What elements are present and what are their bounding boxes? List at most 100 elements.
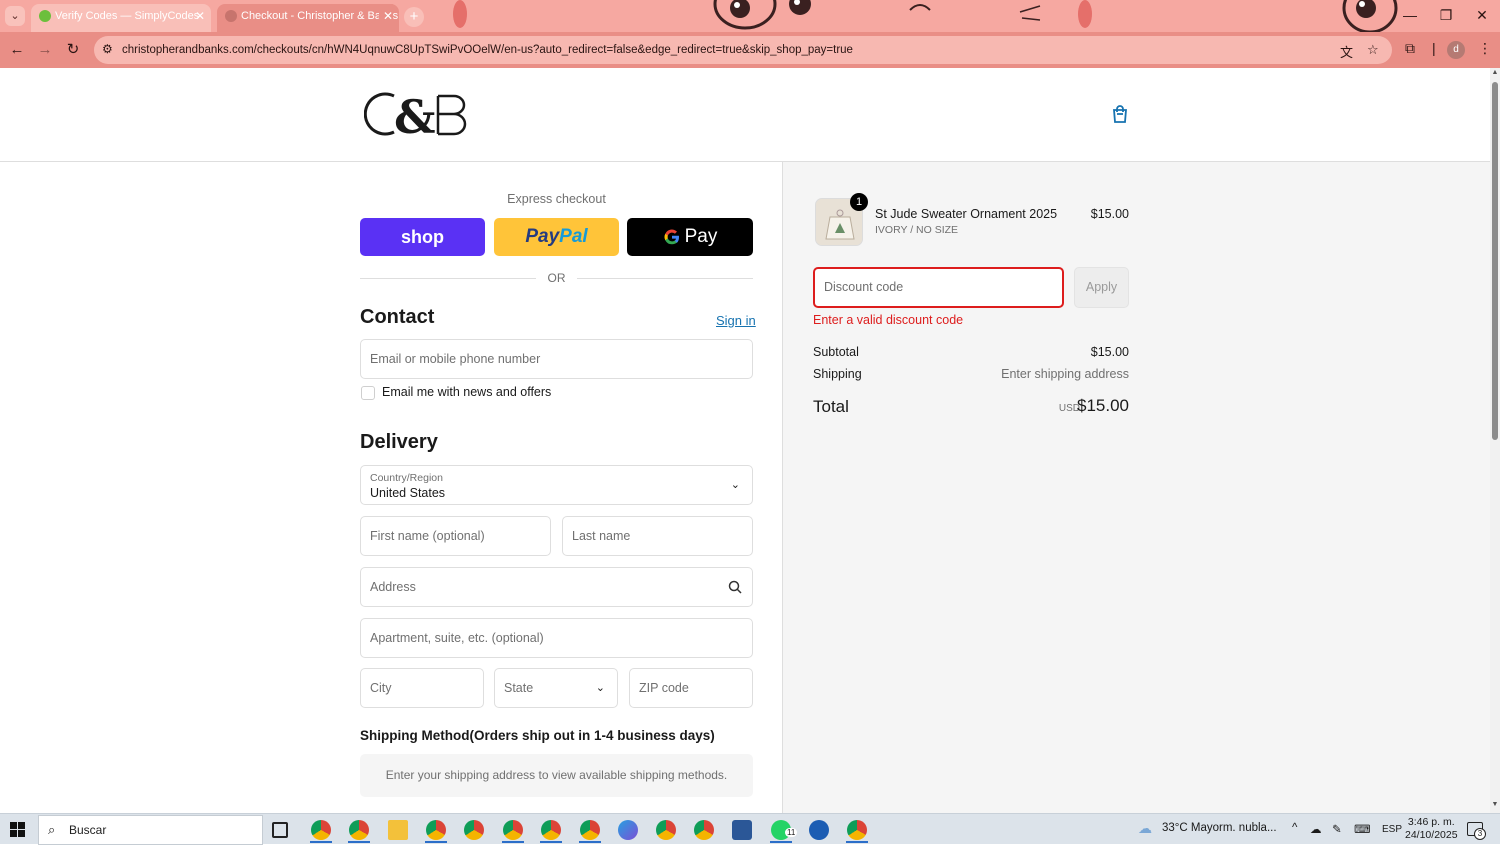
scroll-down-arrow-icon[interactable]: ▼ <box>1490 801 1500 808</box>
new-tab-button[interactable]: + <box>404 7 424 27</box>
newsletter-checkbox[interactable] <box>361 386 375 400</box>
copilot-icon[interactable] <box>618 820 638 840</box>
windows-start-icon[interactable] <box>10 822 25 837</box>
last-name-field[interactable]: Last name <box>562 516 753 556</box>
or-divider: OR <box>360 270 753 286</box>
google-pay-button[interactable]: Pay <box>627 218 753 256</box>
clock-time: 3:46 p. m. <box>1407 816 1455 828</box>
subtotal-value: $15.00 <box>1090 345 1129 359</box>
active-app-indicator <box>770 841 792 843</box>
google-pay-label: Pay <box>684 226 718 247</box>
windows-taskbar: ⌕ Buscar 11 ☁ 33°C Mayorm. nubla... ^ ☁ … <box>0 813 1500 845</box>
google-g-icon <box>664 229 679 245</box>
chrome-profile-icon[interactable] <box>541 820 561 840</box>
simplycodes-favicon-icon <box>39 10 51 22</box>
chevron-down-icon: ⌄ <box>595 682 605 694</box>
shop-pay-button[interactable]: shop <box>360 218 485 256</box>
weather-text[interactable]: 33°C Mayorm. nubla... <box>1162 822 1277 834</box>
scroll-up-arrow-icon[interactable]: ▲ <box>1490 69 1500 76</box>
weather-cloud-icon[interactable]: ☁ <box>1138 820 1152 837</box>
scrollbar-thumb[interactable] <box>1492 82 1498 440</box>
word-icon[interactable] <box>732 820 752 840</box>
chrome-profile-icon[interactable] <box>349 820 369 840</box>
tab-checkout[interactable]: Checkout - Christopher & Banks ✕ <box>217 4 399 32</box>
paypal-label-part2: Pal <box>559 226 588 247</box>
address-bar[interactable]: ⚙ christopherandbanks.com/checkouts/cn/h… <box>94 36 1392 64</box>
tab-list-button[interactable]: ⌄ <box>5 6 25 26</box>
language-indicator[interactable]: ESP <box>1382 824 1402 835</box>
apply-discount-button[interactable]: Apply <box>1074 267 1129 308</box>
address-placeholder: Address <box>370 580 416 594</box>
state-select[interactable]: State ⌄ <box>494 668 618 708</box>
chrome-profile-icon[interactable] <box>503 820 523 840</box>
keyboard-icon[interactable]: ⌨ <box>1354 822 1371 836</box>
chrome-profile-icon[interactable] <box>847 820 867 840</box>
restore-button[interactable]: ❐ <box>1428 4 1464 26</box>
show-hidden-icons-chevron-icon[interactable]: ^ <box>1292 822 1297 834</box>
country-label: Country/Region <box>370 472 443 484</box>
total-label: Total <box>813 397 849 416</box>
chrome-profile-icon[interactable] <box>694 820 714 840</box>
close-tab-icon[interactable]: ✕ <box>378 4 393 28</box>
quantity-badge: 1 <box>850 193 868 211</box>
order-summary-column: 1 St Jude Sweater Ornament 2025 IVORY / … <box>783 162 1490 813</box>
shipping-method-notice: Enter your shipping address to view avai… <box>360 754 753 797</box>
chrome-profile-icon[interactable] <box>426 820 446 840</box>
forward-button[interactable]: → <box>35 40 55 60</box>
site-header: & <box>0 68 1490 162</box>
taskbar-search[interactable]: ⌕ Buscar <box>38 815 263 845</box>
first-name-field[interactable]: First name (optional) <box>360 516 551 556</box>
file-explorer-icon[interactable] <box>388 820 408 840</box>
zip-code-field[interactable]: ZIP code <box>629 668 753 708</box>
back-button[interactable]: ← <box>7 40 27 60</box>
discount-code-input[interactable]: Discount code <box>813 267 1064 308</box>
paypal-label-part1: Pay <box>525 226 560 247</box>
discount-error-message: Enter a valid discount code <box>813 313 964 327</box>
paypal-button[interactable]: Pay Pal <box>494 218 619 256</box>
close-tab-icon[interactable]: ✕ <box>195 4 205 28</box>
shipping-label: Shipping <box>813 367 862 381</box>
shopping-bag-icon[interactable] <box>1110 104 1130 124</box>
loading-favicon-icon <box>225 10 237 22</box>
browser-tab-strip: ⌄ Verify Codes — SimplyCodes ✕ Checkout … <box>0 0 1500 32</box>
task-view-icon[interactable] <box>272 822 288 838</box>
country-value: United States <box>370 486 446 500</box>
pen-icon[interactable]: ✎ <box>1332 822 1342 836</box>
address-field[interactable]: Address <box>360 567 753 607</box>
active-app-indicator <box>425 841 447 843</box>
bookmark-star-icon[interactable]: ☆ <box>1367 42 1379 58</box>
close-window-button[interactable]: ✕ <box>1464 4 1500 26</box>
notification-count-badge: 3 <box>1474 828 1486 840</box>
chrome-profile-icon[interactable] <box>311 820 331 840</box>
chrome-profile-icon[interactable] <box>656 820 676 840</box>
christopher-and-banks-logo[interactable]: & <box>364 88 476 140</box>
profile-avatar[interactable]: d <box>1447 41 1465 59</box>
tab-title: Verify Codes — SimplyCodes <box>55 10 200 22</box>
system-clock[interactable]: 3:46 p. m. 24/10/2025 <box>1405 816 1458 842</box>
sign-in-link[interactable]: Sign in <box>716 313 756 328</box>
apartment-field[interactable]: Apartment, suite, etc. (optional) <box>360 618 753 658</box>
translate-icon[interactable]: 文 <box>1340 42 1353 61</box>
tab-simplycodes[interactable]: Verify Codes — SimplyCodes ✕ <box>31 4 211 32</box>
clock-date: 24/10/2025 <box>1405 829 1458 841</box>
city-field[interactable]: City <box>360 668 484 708</box>
search-icon: ⌕ <box>48 822 56 837</box>
browser-menu-icon[interactable]: ⋮ <box>1478 40 1492 57</box>
page-scrollbar[interactable]: ▲ ▼ <box>1490 68 1500 813</box>
active-app-indicator <box>310 841 332 843</box>
site-info-icon[interactable]: ⚙ <box>102 42 113 56</box>
email-field[interactable]: Email or mobile phone number <box>360 339 753 379</box>
minimize-button[interactable]: — <box>1392 4 1428 26</box>
app-icon[interactable] <box>809 820 829 840</box>
whatsapp-badge: 11 <box>785 828 798 837</box>
onedrive-icon[interactable]: ☁ <box>1310 822 1322 836</box>
tab-strip-background-art <box>453 0 1398 32</box>
chrome-icon[interactable] <box>464 820 484 840</box>
shop-pay-label: shop <box>401 226 444 247</box>
extensions-icon[interactable]: ⧉ <box>1405 40 1415 57</box>
reload-button[interactable]: ↻ <box>63 40 83 60</box>
country-select[interactable]: Country/Region United States ⌄ <box>360 465 753 505</box>
shipping-value: Enter shipping address <box>1001 367 1129 381</box>
chrome-profile-icon[interactable] <box>580 820 600 840</box>
active-app-indicator <box>348 841 370 843</box>
